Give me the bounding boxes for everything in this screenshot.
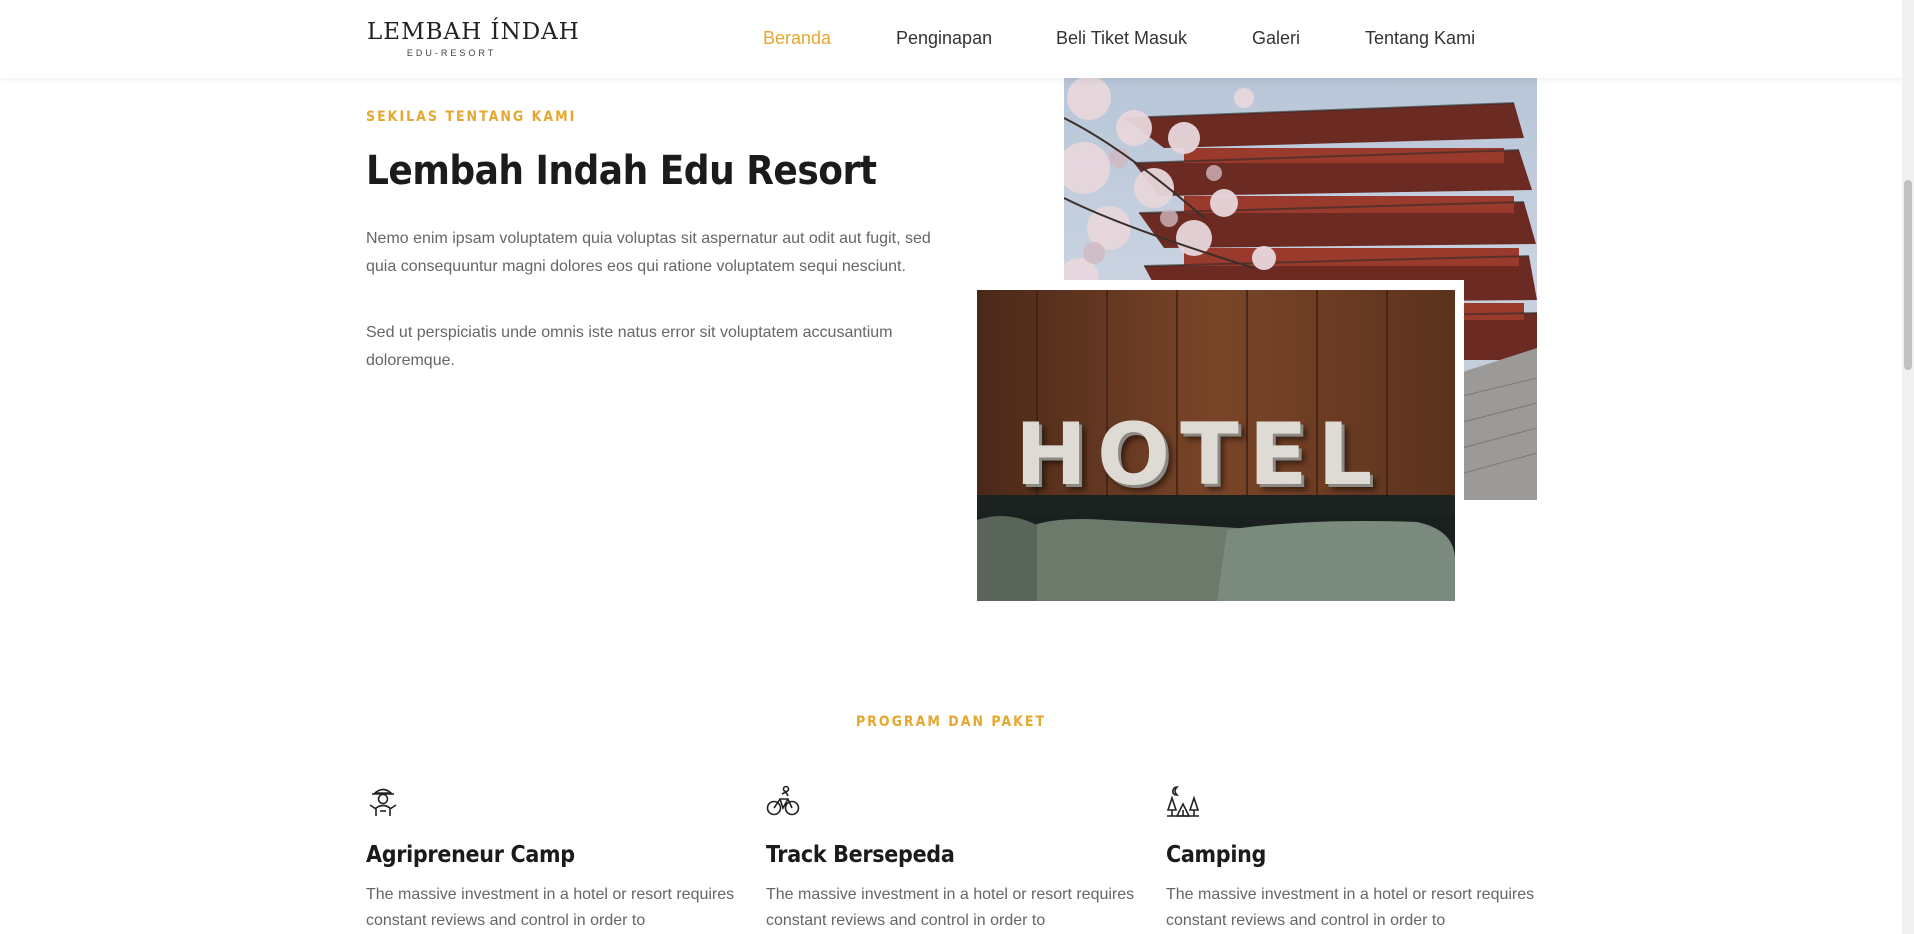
program-card-text: The massive investment in a hotel or res… [766,886,1135,929]
farmer-icon [366,784,400,818]
nav-tentang-kami[interactable]: Tentang Kami [1365,26,1475,50]
program-card-track-bersepeda[interactable]: Track Bersepeda The massive investment i… [766,784,1136,934]
logo-subtitle: EDU-RESORT [406,48,497,58]
site-logo[interactable]: LEMBAH ÍNDAH EDU-RESORT [367,18,580,58]
program-card-text: The massive investment in a hotel or res… [366,886,735,929]
nav-penginapan[interactable]: Penginapan [896,26,992,50]
page-scrollbar[interactable] [1902,0,1914,934]
program-card-title: Camping [1166,842,1267,868]
about-paragraph-1: Nemo enim ipsam voluptatem quia voluptas… [366,230,931,275]
camping-tent-icon [1166,784,1200,818]
program-card-text: The massive investment in a hotel or res… [1166,886,1535,929]
nav-beli-tiket-masuk[interactable]: Beli Tiket Masuk [1056,26,1187,50]
about-paragraph-2: Sed ut perspiciatis unde omnis iste natu… [366,324,893,369]
program-card-title: Agripreneur Camp [366,842,575,868]
program-card-camping[interactable]: Camping The massive investment in a hote… [1166,784,1536,934]
hotel-sign-image: HOTEL [977,290,1455,601]
about-title: Lembah Indah Edu Resort [366,148,877,194]
scrollbar-thumb[interactable] [1904,180,1912,370]
program-card-title: Track Bersepeda [766,842,955,868]
site-header: LEMBAH ÍNDAH EDU-RESORT Beranda Penginap… [0,0,1914,78]
hotel-sign-text: HOTEL [1015,405,1383,505]
program-kicker: PROGRAM DAN PAKET [855,714,1047,730]
nav-beranda[interactable]: Beranda [763,26,831,50]
program-card-agripreneur[interactable]: Agripreneur Camp The massive investment … [366,784,736,934]
about-kicker: SEKILAS TENTANG KAMI [366,109,577,125]
logo-wordmark: LEMBAH ÍNDAH [367,19,580,45]
bicycle-icon [766,784,800,818]
nav-galeri[interactable]: Galeri [1252,26,1300,50]
